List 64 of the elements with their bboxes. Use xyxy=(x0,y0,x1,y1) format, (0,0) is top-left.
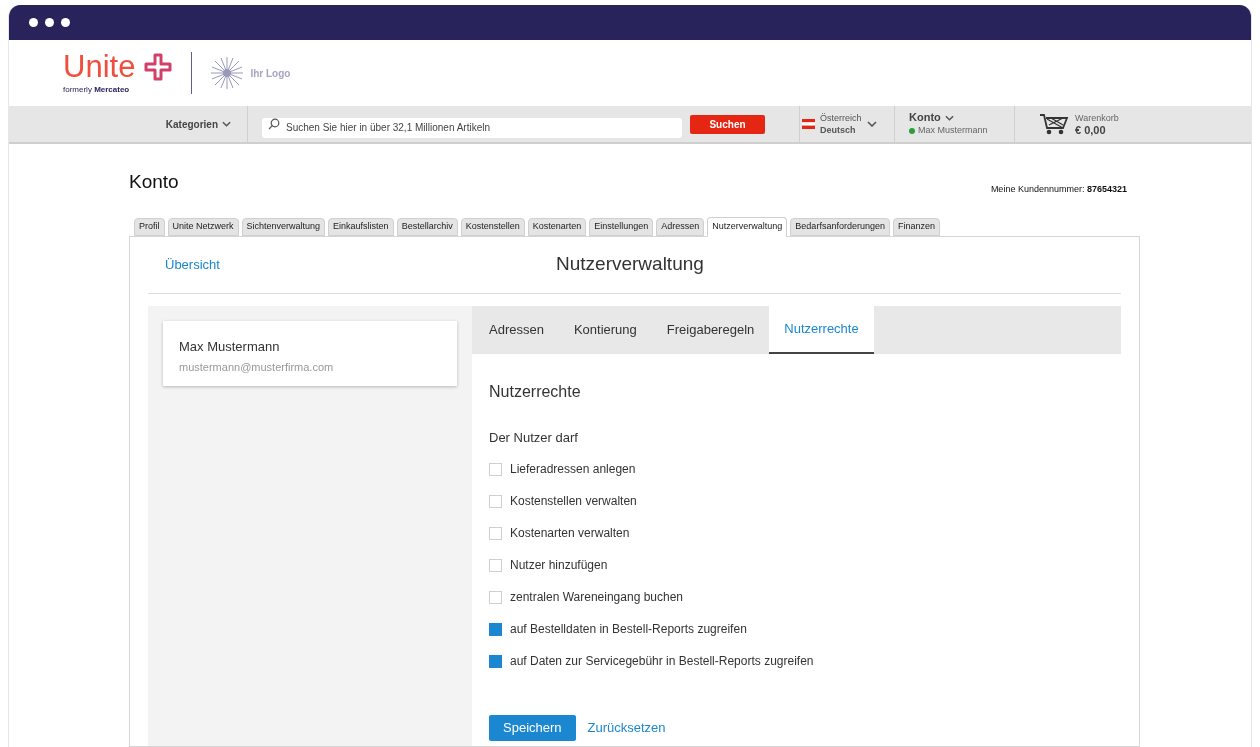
search-button[interactable]: Suchen xyxy=(690,114,765,134)
checkbox[interactable] xyxy=(489,494,502,508)
checkbox[interactable] xyxy=(489,590,502,604)
checkbox[interactable] xyxy=(489,654,502,668)
section-heading: Nutzerrechte xyxy=(489,381,582,402)
account-tab[interactable]: Adressen xyxy=(656,217,705,236)
checkbox-label: Lieferadressen anlegen xyxy=(510,461,636,478)
checkbox-label: Kostenstellen verwalten xyxy=(510,493,637,510)
partner-logo-text: Ihr Logo xyxy=(250,66,291,81)
account-menu[interactable]: Konto Max Mustermann xyxy=(895,106,1015,142)
search-field[interactable]: Suchen Sie hier in über 32,1 Millionen Artikeln xyxy=(262,117,682,138)
checkbox-label: auf Daten zur Servicegebühr in Bestell-Reports zugreifen xyxy=(510,653,814,670)
chevron-down-icon xyxy=(222,121,231,127)
save-button[interactable]: Speichern xyxy=(489,715,576,741)
customer-number: Meine Kundennummer: 87654321 xyxy=(990,183,1128,196)
checkbox[interactable] xyxy=(489,558,502,572)
sunburst-logo-icon xyxy=(210,56,245,90)
chevron-down-icon xyxy=(944,114,954,121)
cart-label: Warenkorb xyxy=(1075,112,1119,124)
checkbox-label: auf Bestelldaten in Bestell-Reports zugreifen xyxy=(510,621,747,638)
checkbox[interactable] xyxy=(489,462,502,476)
account-tab[interactable]: Einkaufslisten xyxy=(328,217,394,236)
section-tab[interactable]: Nutzerrechte xyxy=(769,305,874,354)
panel-title: Nutzerverwaltung xyxy=(556,252,704,277)
language-label: Deutsch xyxy=(820,124,857,136)
account-tab[interactable]: Bestellarchiv xyxy=(396,217,458,236)
user-name: Max Mustermann xyxy=(918,124,988,137)
account-tab[interactable]: Nutzerverwaltung xyxy=(707,216,788,237)
user-name: Max Mustermann xyxy=(179,337,281,356)
account-label: Konto xyxy=(909,111,941,124)
checkbox-label: Nutzer hinzufügen xyxy=(510,557,608,574)
reset-link[interactable]: Zurücksetzen xyxy=(587,718,666,738)
search-icon xyxy=(268,118,280,130)
intro-text: Der Nutzer darf xyxy=(489,428,579,447)
knot-logo-icon xyxy=(143,51,174,82)
account-tab[interactable]: Einstellungen xyxy=(589,217,654,236)
overview-link[interactable]: Übersicht xyxy=(148,254,220,275)
checkbox[interactable] xyxy=(489,622,502,636)
account-tab[interactable]: Kostenstellen xyxy=(460,217,525,236)
checkbox[interactable] xyxy=(489,526,502,540)
account-tab[interactable]: Bedarfsanforderungen xyxy=(790,217,890,236)
country-label: Österreich xyxy=(820,112,862,124)
flag-icon xyxy=(802,119,815,129)
brand-logo[interactable]: Unite xyxy=(63,50,136,83)
tagline: formerly Mercateo xyxy=(63,83,131,96)
categories-menu[interactable]: Kategorien xyxy=(9,106,248,142)
checkbox-label: Kostenarten verwalten xyxy=(510,525,630,542)
checkbox-label: zentralen Wareneingang buchen xyxy=(510,589,683,606)
page-title: Konto xyxy=(129,170,179,194)
section-tab[interactable]: Kontierung xyxy=(558,305,652,354)
account-tab[interactable]: Profil xyxy=(134,217,165,236)
user-email: mustermann@musterfirma.com xyxy=(179,360,335,375)
section-tab[interactable]: Adressen xyxy=(474,305,559,354)
section-tab[interactable]: Freigaberegeln xyxy=(651,305,770,354)
cart-total: € 0,00 xyxy=(1075,124,1107,136)
account-tab[interactable]: Kostenarten xyxy=(527,217,587,236)
user-card[interactable]: Max Mustermann mustermann@musterfirma.com xyxy=(163,320,457,386)
country-selector[interactable]: Österreich Deutsch xyxy=(799,106,895,142)
account-tab[interactable]: Sichtenverwaltung xyxy=(241,217,326,236)
cart-button[interactable]: Warenkorb € 0,00 xyxy=(1015,106,1119,142)
account-tab[interactable]: Finanzen xyxy=(892,217,940,236)
chevron-down-icon xyxy=(866,121,877,127)
account-tab[interactable]: Unite Netzwerk xyxy=(167,217,239,236)
shopping-cart-icon xyxy=(1039,113,1069,135)
